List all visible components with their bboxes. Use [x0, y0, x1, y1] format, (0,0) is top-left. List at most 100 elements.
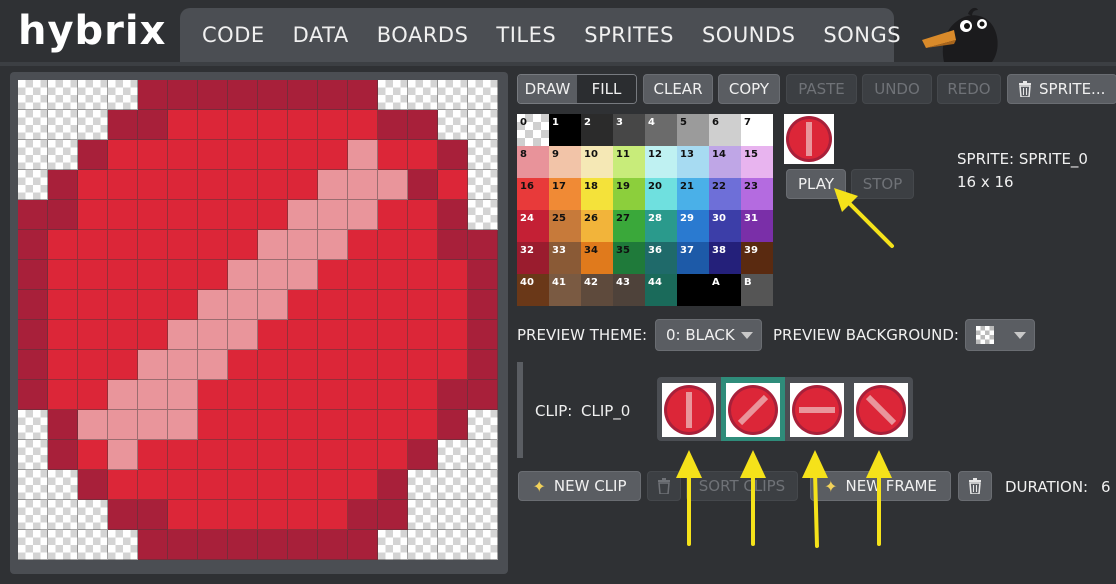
canvas-pixel[interactable] — [468, 200, 498, 230]
canvas-pixel[interactable] — [408, 320, 438, 350]
canvas-pixel[interactable] — [438, 410, 468, 440]
canvas-pixel[interactable] — [378, 290, 408, 320]
palette-swatch[interactable]: 17 — [549, 178, 581, 210]
canvas-pixel[interactable] — [378, 140, 408, 170]
canvas-pixel[interactable] — [348, 170, 378, 200]
canvas-pixel[interactable] — [318, 230, 348, 260]
canvas-pixel[interactable] — [78, 440, 108, 470]
draw-mode-button[interactable]: DRAW — [518, 75, 577, 103]
palette-swatch[interactable]: 16 — [517, 178, 549, 210]
canvas-pixel[interactable] — [108, 350, 138, 380]
palette-swatch[interactable]: 23 — [741, 178, 773, 210]
canvas-pixel[interactable] — [228, 170, 258, 200]
canvas-pixel[interactable] — [168, 440, 198, 470]
canvas-pixel[interactable] — [78, 260, 108, 290]
canvas-pixel[interactable] — [318, 380, 348, 410]
canvas-pixel[interactable] — [18, 320, 48, 350]
tab-boards[interactable]: BOARDS — [377, 23, 469, 47]
canvas-pixel[interactable] — [108, 200, 138, 230]
canvas-pixel[interactable] — [18, 200, 48, 230]
copy-button[interactable]: COPY — [718, 74, 780, 104]
canvas-pixel[interactable] — [408, 200, 438, 230]
canvas-pixel[interactable] — [138, 260, 168, 290]
canvas-pixel[interactable] — [408, 500, 438, 530]
canvas-pixel[interactable] — [18, 530, 48, 560]
canvas-pixel[interactable] — [468, 500, 498, 530]
tab-sounds[interactable]: SOUNDS — [702, 23, 795, 47]
palette-swatch[interactable]: 14 — [709, 146, 741, 178]
canvas-pixel[interactable] — [18, 110, 48, 140]
canvas-pixel[interactable] — [348, 290, 378, 320]
palette-swatch[interactable]: 15 — [741, 146, 773, 178]
canvas-pixel[interactable] — [228, 320, 258, 350]
palette-swatch[interactable]: 19 — [613, 178, 645, 210]
canvas-pixel[interactable] — [318, 80, 348, 110]
canvas-pixel[interactable] — [228, 110, 258, 140]
canvas-pixel[interactable] — [198, 350, 228, 380]
canvas-pixel[interactable] — [198, 380, 228, 410]
canvas-pixel[interactable] — [288, 470, 318, 500]
canvas-pixel[interactable] — [228, 470, 258, 500]
palette-swatch[interactable]: 9 — [549, 146, 581, 178]
canvas-pixel[interactable] — [258, 320, 288, 350]
canvas-pixel[interactable] — [318, 290, 348, 320]
canvas-pixel[interactable] — [138, 320, 168, 350]
canvas-pixel[interactable] — [78, 500, 108, 530]
palette-swatch[interactable]: 13 — [677, 146, 709, 178]
sprite-pixel-grid[interactable] — [18, 80, 498, 560]
canvas-pixel[interactable] — [78, 320, 108, 350]
canvas-pixel[interactable] — [228, 230, 258, 260]
canvas-pixel[interactable] — [168, 530, 198, 560]
canvas-pixel[interactable] — [438, 110, 468, 140]
canvas-pixel[interactable] — [288, 260, 318, 290]
canvas-pixel[interactable] — [18, 380, 48, 410]
canvas-pixel[interactable] — [408, 350, 438, 380]
tab-sprites[interactable]: SPRITES — [584, 23, 674, 47]
canvas-pixel[interactable] — [228, 290, 258, 320]
new-clip-button[interactable]: ✦ NEW CLIP — [518, 471, 641, 501]
canvas-pixel[interactable] — [108, 500, 138, 530]
canvas-pixel[interactable] — [258, 110, 288, 140]
canvas-pixel[interactable] — [198, 500, 228, 530]
canvas-pixel[interactable] — [258, 140, 288, 170]
redo-button[interactable]: REDO — [937, 74, 1001, 104]
canvas-pixel[interactable] — [48, 290, 78, 320]
canvas-pixel[interactable] — [198, 80, 228, 110]
canvas-pixel[interactable] — [288, 170, 318, 200]
canvas-pixel[interactable] — [378, 170, 408, 200]
canvas-pixel[interactable] — [258, 290, 288, 320]
palette-swatch[interactable]: 27 — [613, 210, 645, 242]
canvas-pixel[interactable] — [168, 470, 198, 500]
canvas-pixel[interactable] — [288, 440, 318, 470]
canvas-pixel[interactable] — [408, 140, 438, 170]
tab-tiles[interactable]: TILES — [496, 23, 556, 47]
canvas-pixel[interactable] — [48, 530, 78, 560]
canvas-pixel[interactable] — [318, 500, 348, 530]
canvas-pixel[interactable] — [258, 380, 288, 410]
canvas-pixel[interactable] — [408, 440, 438, 470]
canvas-pixel[interactable] — [198, 440, 228, 470]
canvas-pixel[interactable] — [138, 410, 168, 440]
canvas-pixel[interactable] — [378, 530, 408, 560]
canvas-pixel[interactable] — [18, 410, 48, 440]
canvas-pixel[interactable] — [18, 170, 48, 200]
canvas-pixel[interactable] — [438, 440, 468, 470]
canvas-pixel[interactable] — [468, 80, 498, 110]
canvas-pixel[interactable] — [288, 500, 318, 530]
canvas-pixel[interactable] — [318, 260, 348, 290]
palette-swatch[interactable]: 30 — [709, 210, 741, 242]
canvas-pixel[interactable] — [78, 380, 108, 410]
palette-swatch[interactable]: 26 — [581, 210, 613, 242]
canvas-pixel[interactable] — [288, 410, 318, 440]
canvas-pixel[interactable] — [138, 500, 168, 530]
canvas-pixel[interactable] — [108, 440, 138, 470]
palette-swatch[interactable]: 1 — [549, 114, 581, 146]
clip-frame-0[interactable] — [662, 383, 716, 437]
paste-button[interactable]: PASTE — [786, 74, 857, 104]
clear-button[interactable]: CLEAR — [643, 74, 713, 104]
canvas-pixel[interactable] — [78, 170, 108, 200]
canvas-pixel[interactable] — [228, 260, 258, 290]
canvas-pixel[interactable] — [408, 170, 438, 200]
canvas-pixel[interactable] — [108, 110, 138, 140]
canvas-pixel[interactable] — [138, 290, 168, 320]
